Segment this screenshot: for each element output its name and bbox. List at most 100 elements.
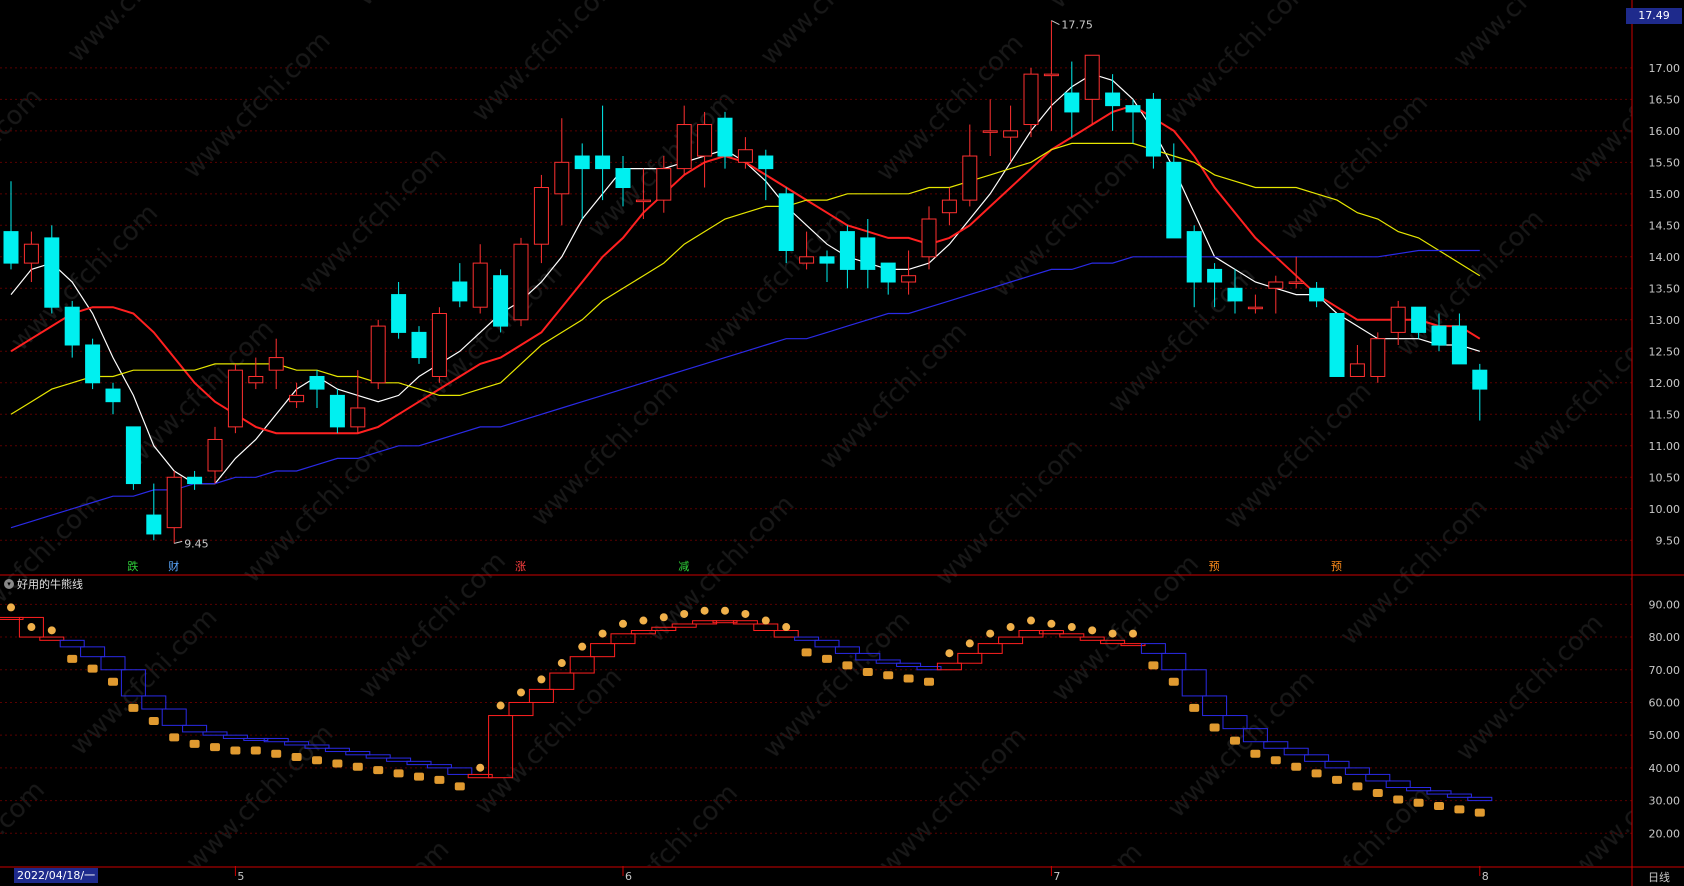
candle-body	[635, 199, 651, 203]
candle-body	[819, 256, 835, 264]
event-badge[interactable]: 涨	[515, 558, 526, 574]
event-badge[interactable]: 预	[1331, 558, 1342, 574]
event-badge[interactable]: 财	[168, 558, 179, 574]
candle-body	[166, 476, 182, 529]
indicator-tick-label: 60.00	[1649, 696, 1681, 709]
hand-marker-icon	[537, 675, 546, 684]
candle-body	[85, 344, 101, 384]
marker-icon	[1454, 805, 1465, 814]
last-price-tag: 17.49	[1626, 8, 1682, 24]
marker-icon	[842, 661, 853, 670]
marker-icon	[1291, 762, 1302, 771]
price-tick-label: 13.00	[1649, 314, 1681, 327]
marker-icon	[250, 746, 261, 755]
marker-icon	[1270, 756, 1281, 765]
candle-body	[799, 256, 815, 264]
hand-marker-icon	[1067, 623, 1076, 632]
marker-icon	[1230, 736, 1240, 745]
price-tick-label: 10.50	[1649, 471, 1681, 484]
candle-body	[839, 231, 855, 270]
price-tick-label: 15.00	[1649, 188, 1681, 201]
candle-body	[391, 294, 407, 333]
price-tick-label: 10.00	[1649, 503, 1681, 516]
candle-body	[431, 312, 447, 377]
candle-body	[207, 438, 223, 472]
hand-marker-icon	[782, 623, 791, 632]
price-tick-label: 11.50	[1649, 408, 1681, 421]
price-tick-label: 14.50	[1649, 219, 1681, 232]
hand-marker-icon	[986, 629, 995, 638]
candle-body	[1227, 287, 1243, 302]
chart-canvas: www.cfchi.com 17.759.45 9.5010.0010.5011…	[0, 0, 1684, 886]
hand-marker-icon	[945, 649, 954, 658]
hand-marker-icon	[1129, 629, 1137, 638]
price-tick-label: 9.50	[1656, 534, 1681, 547]
candle-body	[23, 243, 39, 264]
marker-icon	[903, 674, 914, 683]
marker-icon	[414, 772, 424, 781]
period-label[interactable]: 日线	[1648, 869, 1670, 885]
candle-body	[1411, 306, 1427, 333]
marker-icon	[1393, 795, 1404, 804]
hand-marker-icon	[619, 619, 627, 628]
watermark	[0, 0, 1632, 866]
marker-icon	[1168, 677, 1179, 686]
marker-icon	[312, 756, 322, 765]
indicator-tick-label: 80.00	[1649, 631, 1681, 644]
marker-icon	[271, 749, 282, 758]
candle-body	[1043, 73, 1059, 77]
event-badge[interactable]: 预	[1209, 558, 1220, 574]
price-tick-label: 13.50	[1649, 282, 1681, 295]
hand-marker-icon	[517, 688, 525, 697]
candle-body	[350, 407, 366, 428]
candle-body	[1003, 130, 1019, 138]
month-label: 6	[625, 870, 632, 883]
candle-body	[125, 426, 141, 485]
candle-body	[860, 237, 876, 270]
marker-icon	[210, 743, 220, 752]
hand-marker-icon	[578, 642, 587, 651]
hand-marker-icon	[639, 616, 648, 625]
candle-body	[1064, 92, 1080, 113]
hand-marker-icon	[700, 606, 709, 615]
marker-icon	[128, 703, 139, 712]
hand-marker-icon	[1088, 626, 1097, 635]
candle-body	[1309, 287, 1325, 302]
hand-marker-icon	[1027, 616, 1035, 625]
marker-icon	[148, 717, 159, 726]
marker-icon	[434, 775, 445, 784]
marker-icon	[924, 677, 934, 686]
candle-body	[921, 218, 937, 258]
candle-body	[1207, 268, 1223, 283]
price-tick-label: 17.00	[1649, 62, 1681, 75]
hand-marker-icon	[47, 626, 56, 635]
indicator-tick-label: 50.00	[1649, 729, 1681, 742]
candle-body	[411, 331, 427, 359]
candle-body	[697, 124, 713, 157]
marker-icon	[1372, 788, 1383, 797]
candle-body	[901, 275, 917, 283]
candle-body	[248, 375, 264, 384]
event-badge[interactable]: 跌	[127, 558, 138, 574]
marker-icon	[1352, 782, 1363, 791]
candle-body	[268, 357, 284, 371]
candle-body	[1247, 306, 1263, 310]
hand-marker-icon	[680, 609, 689, 618]
indicator-tick-label: 90.00	[1649, 598, 1681, 611]
chevron-down-icon[interactable]: ▾	[4, 579, 14, 589]
candle-body	[1166, 161, 1182, 239]
candle-body	[758, 155, 774, 170]
event-badge[interactable]: 减	[678, 558, 689, 574]
marker-icon	[332, 759, 343, 768]
marker-icon	[801, 648, 812, 657]
candle-body	[1329, 312, 1345, 377]
marker-icon	[1311, 769, 1322, 778]
candle-body	[146, 514, 162, 535]
candle-body	[778, 193, 794, 252]
candle-body	[1472, 369, 1488, 390]
marker-icon	[454, 782, 465, 791]
hand-marker-icon	[741, 609, 750, 618]
candle-body	[941, 199, 957, 214]
indicator-label[interactable]: ▾ 好用的牛熊线	[4, 576, 83, 592]
candle-body	[1451, 325, 1467, 365]
